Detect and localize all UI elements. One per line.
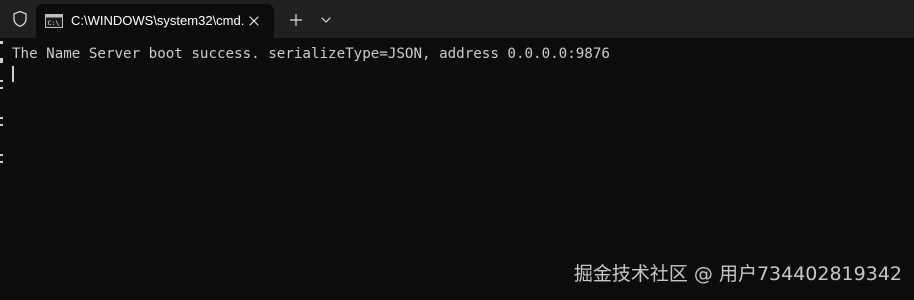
svg-text:C:\: C:\ (48, 19, 60, 27)
terminal-window: C:\ C:\WINDOWS\system32\cmd. The Name Se… (0, 0, 914, 300)
shield-icon[interactable] (11, 10, 29, 28)
tab-title: C:\WINDOWS\system32\cmd. (71, 13, 245, 28)
chevron-down-icon[interactable] (316, 9, 336, 31)
terminal-line: The Name Server boot success. serializeT… (12, 46, 610, 62)
plus-icon[interactable] (284, 9, 308, 31)
cmd-icon: C:\ (45, 14, 63, 28)
close-icon[interactable] (244, 11, 264, 31)
tab-cmd[interactable]: C:\ C:\WINDOWS\system32\cmd. (36, 4, 274, 38)
background-window-edge (0, 38, 6, 188)
watermark: 掘金技术社区 @ 用户734402819342 (573, 263, 902, 285)
text-cursor (12, 66, 14, 82)
title-bar[interactable]: C:\ C:\WINDOWS\system32\cmd. (0, 0, 914, 38)
